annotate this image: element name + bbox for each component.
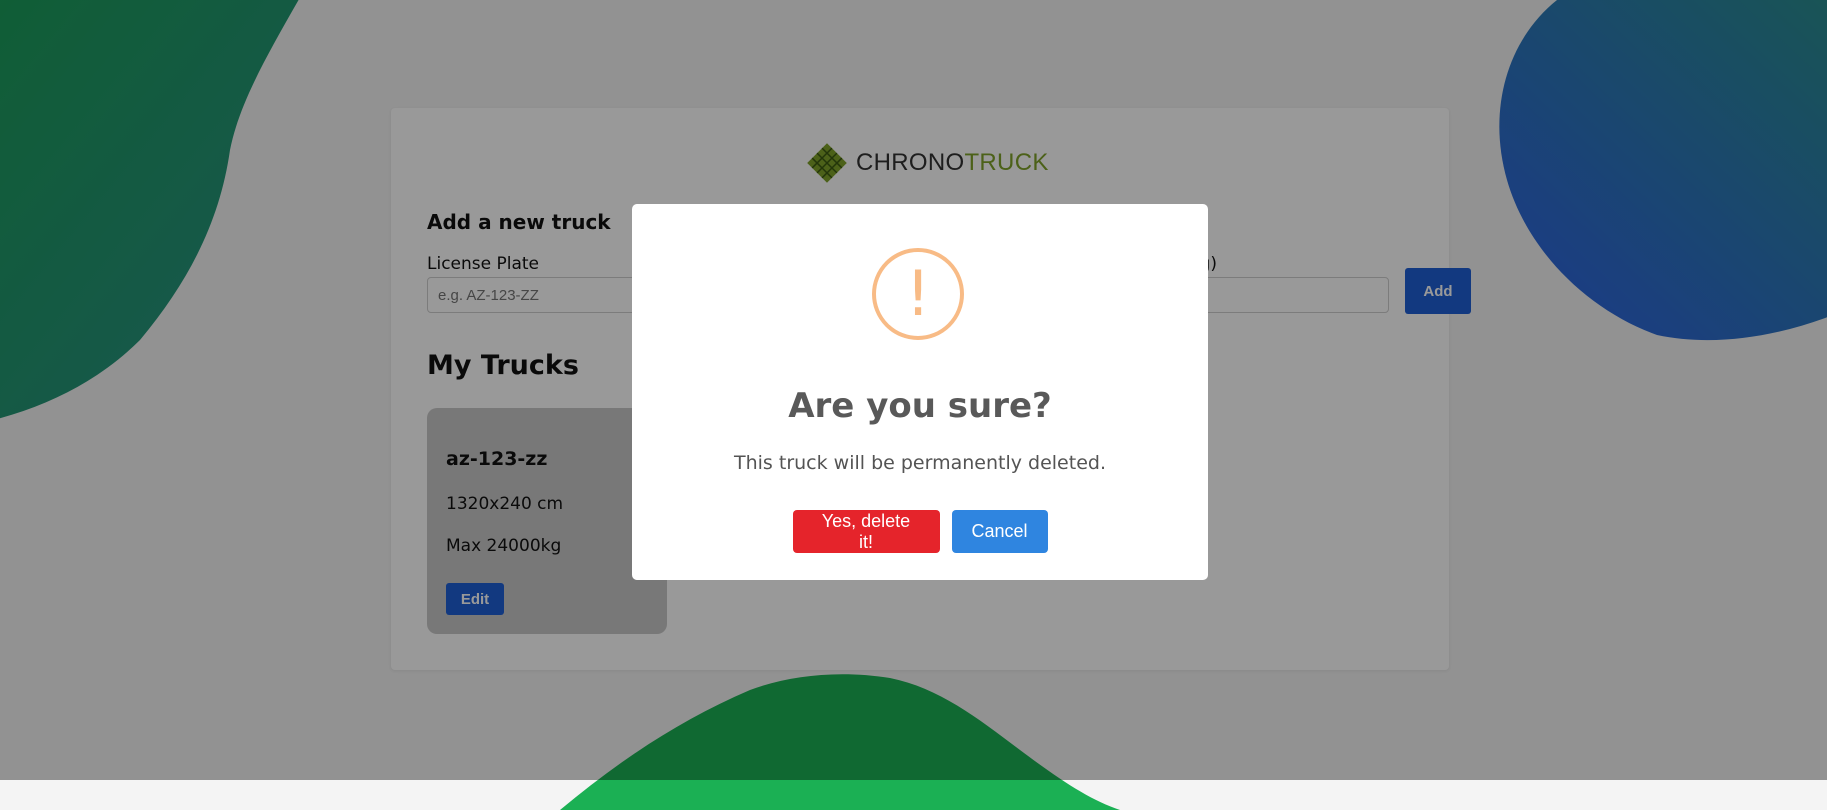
- cancel-button[interactable]: Cancel: [951, 510, 1048, 553]
- confirm-delete-dialog: ! Are you sure? This truck will be perma…: [632, 204, 1208, 580]
- confirm-delete-button[interactable]: Yes, delete it!: [792, 510, 940, 553]
- dialog-title: Are you sure?: [788, 386, 1052, 426]
- warning-icon: !: [872, 248, 964, 340]
- dialog-text: This truck will be permanently deleted.: [734, 452, 1106, 474]
- dialog-actions: Yes, delete it! Cancel: [632, 510, 1208, 553]
